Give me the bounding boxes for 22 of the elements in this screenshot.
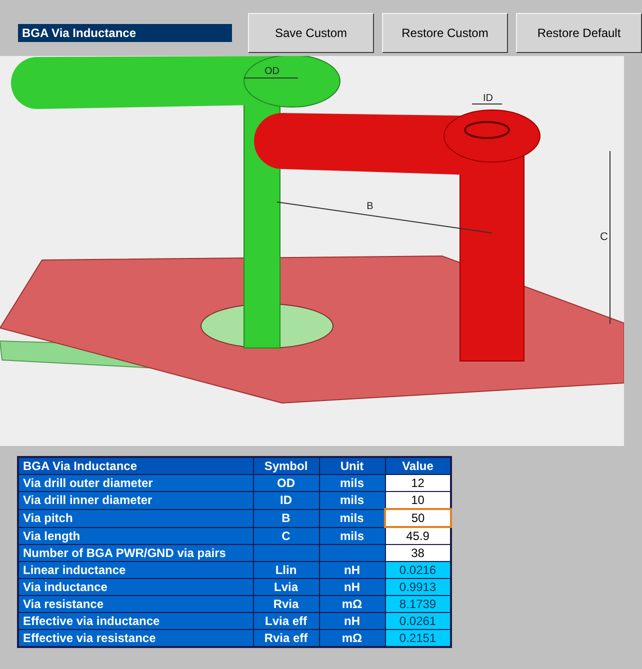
dimension-label: ID <box>483 93 493 104</box>
value-input[interactable]: 50 <box>385 509 451 527</box>
dimension-label: C <box>600 231 608 243</box>
value-input[interactable]: 12 <box>385 474 451 492</box>
parameter-name: Via pitch <box>18 509 253 527</box>
value-input[interactable]: 45.9 <box>385 527 451 544</box>
result-cell: 0.2151 <box>385 630 451 647</box>
sheet-title: BGA Via Inductance <box>18 24 232 42</box>
action-button[interactable]: Save Custom <box>248 13 374 53</box>
symbol-cell: ID <box>253 492 319 509</box>
action-button[interactable]: Restore Default <box>516 13 642 53</box>
action-button[interactable]: Restore Custom <box>382 13 508 53</box>
unit-cell: mils <box>319 492 385 509</box>
parameter-name: Via drill inner diameter <box>18 492 253 509</box>
result-cell: 8.1739 <box>385 596 451 612</box>
dimension-label: OD <box>264 66 280 77</box>
result-cell: 0.0216 <box>385 562 451 578</box>
dimension-label: B <box>366 201 374 212</box>
result-cell: 0.9913 <box>385 578 451 596</box>
result-cell: 0.0261 <box>385 612 451 630</box>
symbol-cell: B <box>253 509 319 527</box>
value-input[interactable]: 38 <box>385 544 451 562</box>
